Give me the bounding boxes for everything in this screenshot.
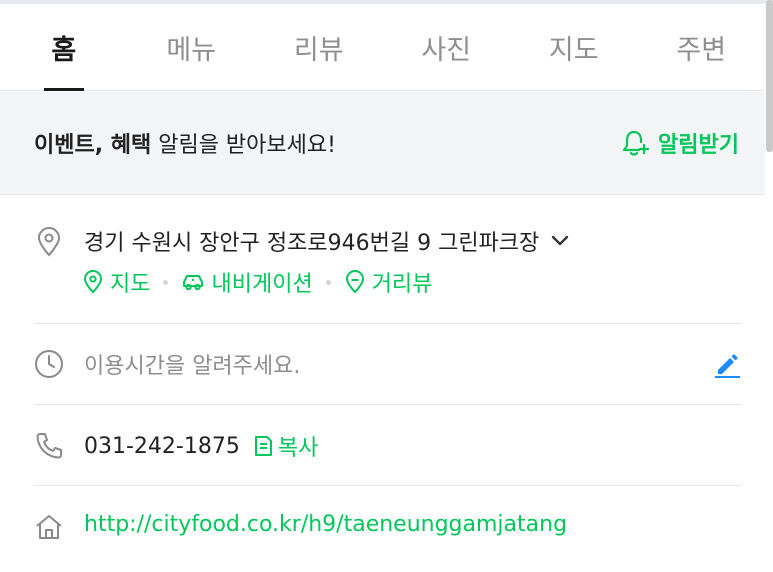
divider [34,323,741,324]
car-icon [183,275,204,291]
divider [34,404,741,405]
copy-phone-button[interactable]: 복사 [252,430,318,462]
location-pin-icon [37,227,61,257]
banner-bold-text: 이벤트, 혜택 [34,133,152,158]
copy-button-label: 복사 [277,436,319,461]
tab-menu[interactable]: 메뉴 [128,4,256,90]
tab-home[interactable]: 홈 [0,4,128,91]
address-text: 경기 수원시 장안구 정조로946번길 9 그린파크장 [84,231,540,256]
navigation-link[interactable]: 내비게이션 [181,266,313,298]
address-toggle[interactable]: 경기 수원시 장안구 정조로946번길 9 그린파크장 [84,225,571,257]
pencil-icon[interactable] [713,350,741,378]
tab-map[interactable]: 지도 [510,4,638,90]
hours-prompt[interactable]: 이용시간을 알려주세요. [84,348,300,380]
tab-reviews[interactable]: 리뷰 [255,4,383,90]
banner-message: 이벤트, 혜택 알림을 받아보세요! [34,127,336,159]
phone-row: 031-242-1875 복사 [84,430,318,462]
alarm-subscribe-button[interactable]: 알림받기 [620,127,739,159]
map-link[interactable]: 지도 [82,266,150,298]
copy-icon [254,436,272,456]
navigation-link-label: 내비게이션 [211,272,313,297]
chevron-down-icon [552,235,569,246]
phone-icon [36,433,62,459]
phone-number[interactable]: 031-242-1875 [84,434,240,459]
clock-icon [35,350,63,378]
street-view-link-label: 거리뷰 [371,272,433,297]
scrollbar-thumb[interactable] [766,0,773,152]
tab-nearby[interactable]: 주변 [638,4,766,90]
street-view-icon [345,270,364,294]
separator-dot [325,279,331,285]
tab-bar: 홈 메뉴 리뷰 사진 지도 주변 [0,4,765,91]
notification-banner: 이벤트, 혜택 알림을 받아보세요! 알림받기 [0,92,765,195]
map-link-label: 지도 [110,272,151,297]
bell-plus-icon [622,130,650,156]
street-view-link[interactable]: 거리뷰 [344,266,433,298]
banner-rest-text: 알림을 받아보세요! [151,133,336,158]
tab-photos[interactable]: 사진 [383,4,511,90]
homepage-link[interactable]: http://cityfood.co.kr/h9/taeneunggamjata… [84,512,567,537]
divider [34,485,741,486]
alarm-button-label: 알림받기 [658,133,739,158]
map-pin-icon [83,270,103,294]
separator-dot [163,279,169,285]
address-links: 지도 내비게이션 거리뷰 [82,266,432,298]
home-icon [36,515,62,539]
